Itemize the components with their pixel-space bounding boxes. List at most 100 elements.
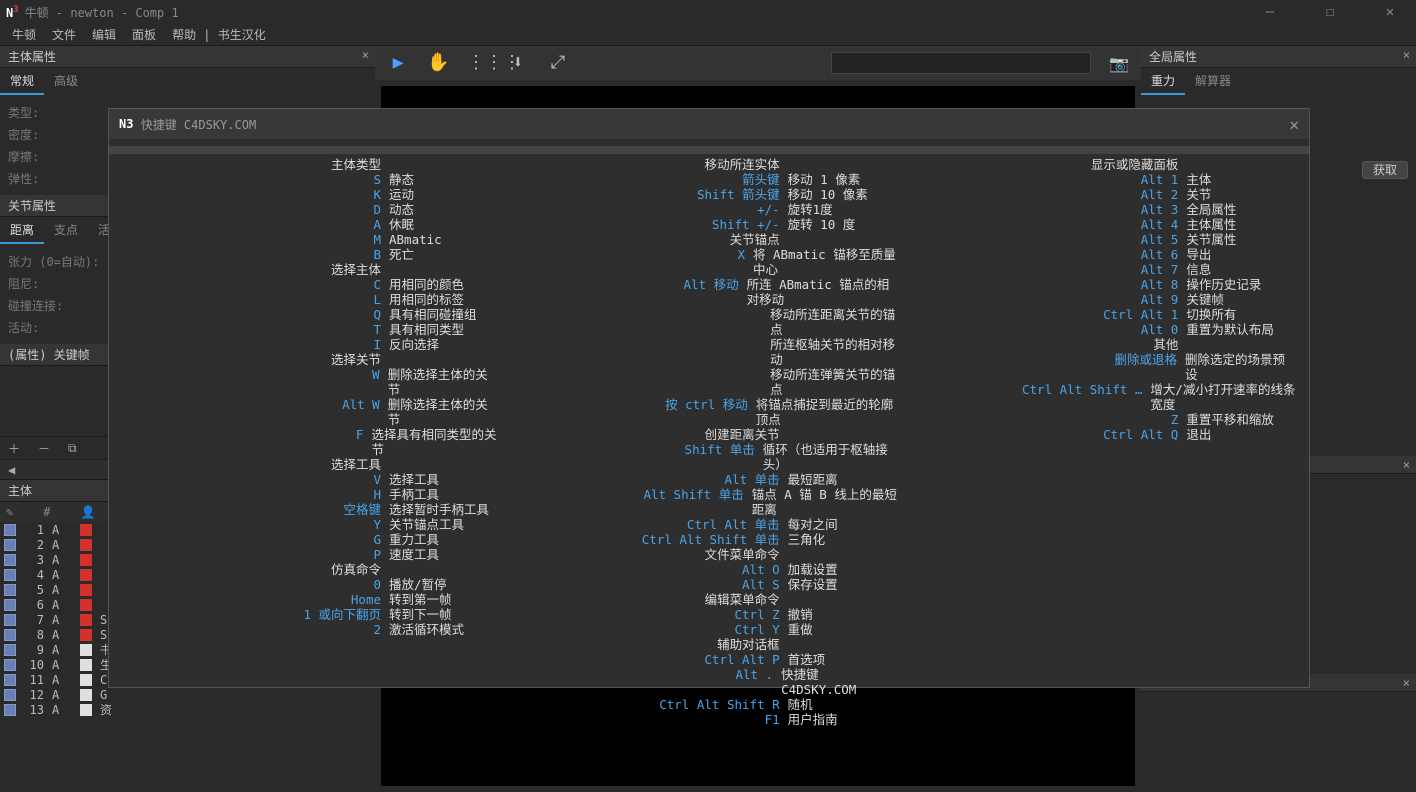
- shortcut-key: T: [121, 322, 381, 337]
- shortcut-key: Ctrl Alt 单击: [520, 517, 780, 532]
- layer-type: A: [52, 598, 72, 612]
- dialog-close-icon[interactable]: ✕: [1289, 115, 1299, 134]
- remove-icon[interactable]: －: [38, 440, 50, 457]
- shortcut-key: Ctrl Alt P: [520, 652, 780, 667]
- layer-type: A: [52, 673, 72, 687]
- shortcut-desc: 重置为默认布局: [1186, 322, 1274, 337]
- tab-normal[interactable]: 常规: [0, 68, 44, 95]
- shortcut-key: 1 或向下翻页: [121, 607, 381, 622]
- hand-icon[interactable]: ✋: [427, 52, 449, 74]
- shortcut-desc: 反向选择: [389, 337, 439, 352]
- get-button[interactable]: 获取: [1362, 161, 1408, 179]
- shortcut-desc: 选择暂时手柄工具: [389, 502, 489, 517]
- shortcut-key: 箭头键: [520, 172, 780, 187]
- menu-edit[interactable]: 编辑: [92, 26, 116, 43]
- shortcut-desc: 选择具有相同类型的关节: [371, 427, 499, 457]
- panel-close-icon[interactable]: ×: [362, 48, 369, 62]
- maximize-icon[interactable]: ☐: [1310, 4, 1350, 20]
- layer-number: 5: [24, 583, 44, 597]
- layer-color-swatch: [4, 659, 16, 671]
- layer-color-swatch: [4, 704, 16, 716]
- layer-type: A: [52, 658, 72, 672]
- shortcut-key: G: [121, 532, 381, 547]
- shortcut-key: X: [520, 247, 745, 277]
- layer-tag-swatch: [80, 659, 92, 671]
- shortcut-key: Alt S: [520, 577, 780, 592]
- layer-type: A: [52, 628, 72, 642]
- shortcut-desc: 删除选定的场景预设: [1185, 352, 1297, 382]
- menu-file[interactable]: 文件: [52, 26, 76, 43]
- tab-pivot[interactable]: 支点: [44, 217, 88, 244]
- grid-icon[interactable]: ⋮⋮⋮: [467, 52, 489, 74]
- shortcut-desc: 用相同的颜色: [389, 277, 464, 292]
- shortcut-key: I: [121, 337, 381, 352]
- shortcut-desc: 选择工具: [389, 472, 439, 487]
- shortcut-desc: 速度工具: [389, 547, 439, 562]
- layer-color-swatch: [4, 689, 16, 701]
- shortcut-desc: 将 ABmatic 锚移至质量中心: [753, 247, 898, 277]
- layer-color-swatch: [4, 644, 16, 656]
- shortcut-key: Ctrl Alt Shift 单击: [520, 532, 780, 547]
- friction-label: 摩擦:: [8, 148, 39, 165]
- shortcut-desc: 切换所有: [1186, 307, 1236, 322]
- play-icon[interactable]: ▶: [387, 52, 409, 74]
- tab-advanced[interactable]: 高级: [44, 68, 88, 95]
- shortcut-key: Alt .: [520, 667, 773, 697]
- panel-close-icon[interactable]: ×: [1403, 48, 1410, 62]
- layer-tag-swatch: [80, 644, 92, 656]
- back-icon[interactable]: ◀: [8, 463, 15, 477]
- layer-color-swatch: [4, 554, 16, 566]
- shortcut-key: Alt 9: [918, 292, 1178, 307]
- shortcut-desc: 最短距离: [788, 472, 838, 487]
- shortcut-key: Ctrl Alt Q: [918, 427, 1178, 442]
- camera-icon[interactable]: 📷: [1109, 54, 1129, 73]
- menu-newton[interactable]: 牛顿: [12, 26, 36, 43]
- tab-distance[interactable]: 距离: [0, 217, 44, 244]
- layer-color-swatch: [4, 599, 16, 611]
- layer-number: 11: [24, 673, 44, 687]
- shortcut-desc: 休眠: [389, 217, 414, 232]
- shortcut-desc: 保存设置: [788, 577, 838, 592]
- menu-panel[interactable]: 面板: [132, 26, 156, 43]
- rest-label: 弹性:: [8, 170, 39, 187]
- tension-label: 张力 (0=自动):: [8, 253, 99, 270]
- layer-number: 6: [24, 598, 44, 612]
- close-icon[interactable]: ✕: [1370, 4, 1410, 20]
- shortcut-key: Alt W: [121, 397, 380, 427]
- minimize-icon[interactable]: —: [1250, 4, 1290, 20]
- shortcut-key: Ctrl Alt 1: [918, 307, 1178, 322]
- brush-icon[interactable]: ✎: [6, 505, 13, 519]
- down-arrow-icon[interactable]: ⬇: [507, 52, 529, 74]
- shortcut-desc: 运动: [389, 187, 414, 202]
- shortcut-key: Alt 8: [918, 277, 1178, 292]
- layer-type: A: [52, 568, 72, 582]
- tab-solver[interactable]: 解算器: [1185, 68, 1241, 95]
- shortcut-desc: 全局属性: [1186, 202, 1236, 217]
- copy-icon[interactable]: ⧉: [68, 441, 77, 456]
- shortcut-desc: 关节: [1186, 187, 1211, 202]
- shortcut-desc: 用户指南: [788, 712, 838, 727]
- search-input[interactable]: [831, 52, 1091, 74]
- layer-tag-swatch: [80, 629, 92, 641]
- shortcut-desc: 加载设置: [788, 562, 838, 577]
- menu-help[interactable]: 帮助 | 书生汉化: [172, 26, 266, 43]
- panel-close-icon[interactable]: ×: [1403, 458, 1410, 472]
- shortcut-key: Y: [121, 517, 381, 532]
- shortcut-key: Home: [121, 592, 381, 607]
- layer-tag-swatch: [80, 524, 92, 536]
- shortcut-key: Alt 6: [918, 247, 1178, 262]
- expand-icon[interactable]: ⤢: [547, 52, 569, 74]
- tab-gravity[interactable]: 重力: [1141, 68, 1185, 95]
- add-icon[interactable]: ＋: [8, 440, 20, 457]
- person-icon[interactable]: 👤: [80, 505, 95, 519]
- layer-number: 1: [24, 523, 44, 537]
- shortcut-key: [520, 367, 762, 397]
- shortcut-desc: 导出: [1186, 247, 1211, 262]
- panel-close-icon[interactable]: ×: [1403, 676, 1410, 690]
- shortcut-desc: 关键帧: [1186, 292, 1224, 307]
- shortcut-desc: 转到第一帧: [389, 592, 452, 607]
- layer-number: 7: [24, 613, 44, 627]
- shortcut-desc: 循环（也适用于枢轴接头）: [763, 442, 899, 472]
- shortcut-key: W: [121, 367, 380, 397]
- shortcut-desc: 重力工具: [389, 532, 439, 547]
